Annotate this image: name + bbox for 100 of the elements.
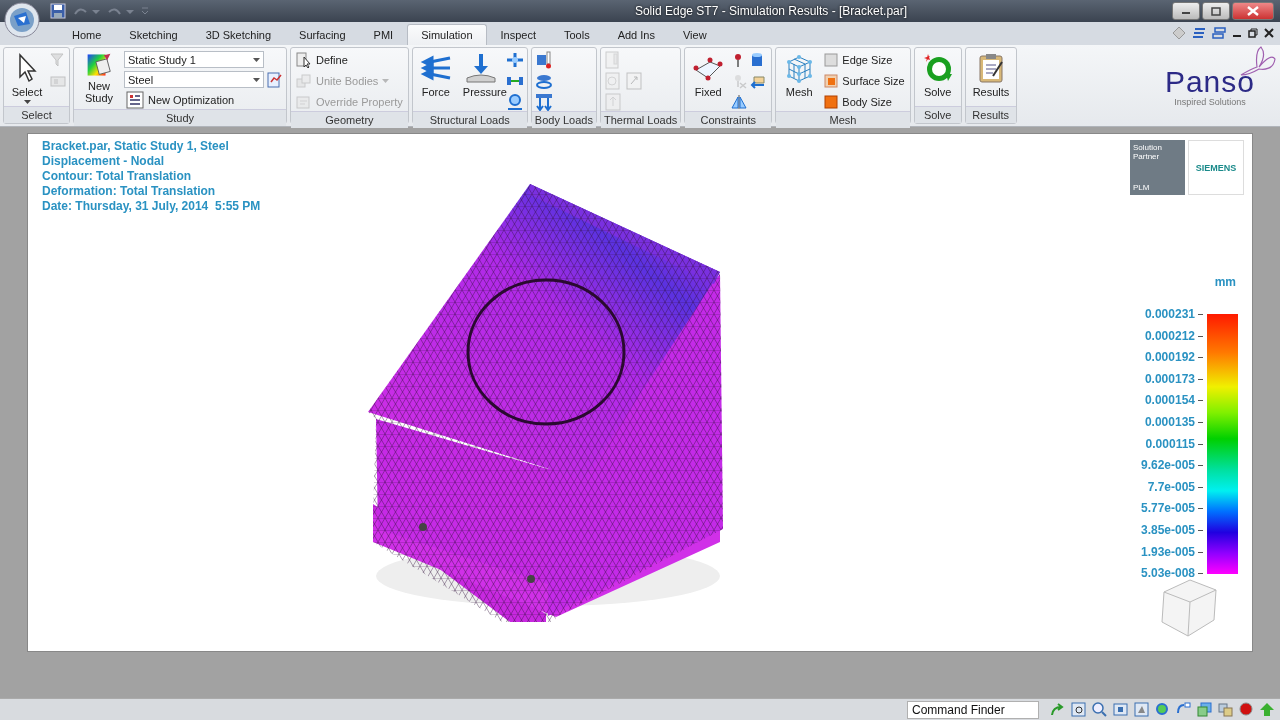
ribbon-tab[interactable]: 3D Sketching (191, 24, 286, 45)
edge-square-icon (824, 52, 839, 67)
restore-icon[interactable] (1248, 28, 1258, 38)
ribbon-button[interactable]: Edge Size (822, 50, 907, 69)
tick-mark (1198, 421, 1203, 423)
unite-icon (296, 72, 312, 89)
tick-mark (1198, 573, 1203, 575)
tick-mark (1198, 314, 1203, 315)
legend-value: 0.000231 (1144, 308, 1195, 320)
legend-value: 5.03e-008 (1140, 567, 1195, 580)
tick-mark (1198, 335, 1203, 337)
ribbon-button[interactable]: Fixed (688, 50, 729, 106)
badge-text: Partner (1133, 152, 1161, 161)
result-info-text: Contour: Total Translation (42, 169, 193, 184)
dropdown-caret-icon (253, 57, 260, 62)
dropdown-caret-icon (253, 77, 260, 82)
group-label: Mesh (776, 111, 910, 128)
bearing-icon[interactable] (505, 93, 524, 110)
window-title: Solid Edge ST7 - Simulation Results - [Bracket.par] (633, 4, 909, 18)
group-label: Constraints (685, 111, 772, 128)
group-label: Structural Loads (412, 111, 527, 128)
ribbon-tab[interactable]: Sketching (115, 24, 192, 45)
legend-unit: mm (1214, 275, 1236, 289)
small-arrows-icon[interactable] (505, 51, 524, 68)
ribbon-button[interactable]: Results (968, 50, 1013, 106)
group-label: Study (74, 109, 286, 126)
legend-value: 3.85e-005 (1140, 523, 1195, 536)
ribbon-tab[interactable]: Add Ins (603, 24, 669, 45)
logo-tagline: Inspired Solutions (1174, 96, 1246, 107)
shaded-views-icon[interactable] (1217, 701, 1234, 718)
legend-value: 5.77e-005 (1140, 502, 1195, 515)
legend-value: 0.000173 (1144, 372, 1195, 385)
surface-square-icon (824, 73, 839, 88)
optimization-icon[interactable] (267, 71, 283, 88)
dropdown-field[interactable]: Static Study 1 (124, 51, 264, 68)
tick-mark (1198, 443, 1203, 445)
window-list-icon[interactable] (1192, 26, 1206, 40)
legend-value: 9.62e-005 (1140, 459, 1195, 472)
group-label: Body Loads (531, 111, 596, 128)
legend-value: 7.7e-005 (1147, 480, 1195, 493)
tick-mark (1198, 378, 1203, 380)
tick-mark (1198, 529, 1203, 531)
save-icon[interactable] (50, 3, 66, 19)
tick-mark (1198, 400, 1203, 402)
badge-text: Solution (1133, 143, 1163, 152)
command-finder-field[interactable]: Command Finder (907, 700, 1039, 719)
result-info-text: Date: Thursday, 31 July, 2014 5:55 PM (42, 199, 261, 214)
rotate-icon[interactable] (1154, 701, 1171, 718)
ribbon-button[interactable]: New Study (77, 50, 121, 106)
group-label: Results (965, 106, 1016, 123)
ribbon-button[interactable]: Solve (917, 50, 958, 106)
group-label: Select (4, 106, 69, 123)
legend-value: 0.000154 (1144, 394, 1195, 407)
tick-mark (1198, 508, 1203, 510)
ribbon-tab[interactable]: PMI (359, 24, 408, 45)
close-icon[interactable] (1264, 28, 1274, 38)
tick-mark (1198, 357, 1203, 359)
legend-value: 0.000192 (1144, 351, 1195, 364)
logo-text: Panso (1164, 66, 1255, 97)
brand-logo: SIEMENS (1188, 140, 1244, 195)
group-label: Geometry (291, 111, 408, 128)
thermometer-icon[interactable] (534, 50, 553, 69)
body-square-icon (824, 94, 839, 109)
record-icon[interactable] (1238, 701, 1255, 718)
views-icon[interactable] (1196, 701, 1213, 718)
window-list-icon[interactable] (1212, 26, 1226, 40)
legend-value: 0.000135 (1144, 415, 1195, 428)
ribbon-button[interactable]: Force (415, 50, 456, 106)
ribbon-button[interactable]: Surface Size (822, 71, 907, 90)
group-label: Thermal Loads (600, 111, 681, 128)
ribbon-button[interactable]: Body Size (822, 92, 907, 111)
ribbon-button[interactable]: Select (7, 50, 47, 106)
cylinder-icon[interactable] (750, 51, 765, 68)
zoom-area-icon[interactable] (1070, 701, 1087, 718)
legend-value: 0.000212 (1144, 329, 1195, 342)
ribbon-tab[interactable]: View (668, 24, 721, 45)
ribbon-tab[interactable]: Inspect (486, 24, 550, 45)
legend-value: 1.93e-005 (1140, 545, 1195, 558)
ribbon-tab[interactable]: Tools (549, 24, 604, 45)
tick-mark (1198, 465, 1203, 467)
gravity-icon[interactable] (534, 92, 553, 111)
dropdown-field[interactable]: Steel (124, 71, 264, 88)
tick-mark (1198, 486, 1203, 488)
ribbon-button[interactable]: Mesh (779, 50, 820, 106)
symmetry-icon[interactable] (731, 93, 748, 110)
fit-icon[interactable] (1112, 701, 1129, 718)
group-label: Solve (914, 106, 961, 123)
ribbon-button[interactable]: New Optimization (124, 90, 264, 109)
override-icon (296, 93, 312, 110)
tick-mark (1198, 551, 1203, 553)
ribbon-tab[interactable]: Simulation (407, 24, 487, 45)
ribbon-button[interactable]: Define (294, 50, 405, 69)
ribbon-tab[interactable]: Home (58, 24, 116, 45)
pressure-arrow-icon (464, 52, 497, 84)
zoom-icon[interactable] (1091, 701, 1108, 718)
legend-value: 0.000115 (1145, 437, 1195, 450)
result-info-text: Bracket.par, Static Study 1, Steel (42, 139, 230, 154)
result-info-text: Displacement - Nodal (42, 154, 166, 169)
ribbon-tab[interactable]: Surfacing (285, 24, 360, 45)
result-info-text: Deformation: Total Translation (42, 184, 217, 199)
